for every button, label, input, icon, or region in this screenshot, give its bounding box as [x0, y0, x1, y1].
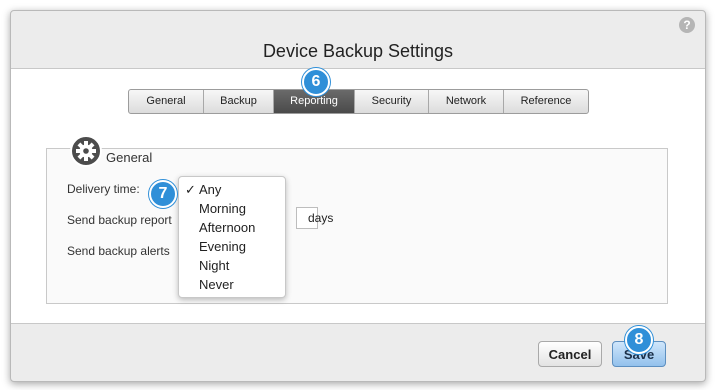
settings-dialog: ? Device Backup Settings General Backup … [10, 10, 706, 382]
delivery-time-label: Delivery time: [67, 182, 140, 196]
group-title: General [103, 150, 156, 165]
option-night[interactable]: Night [199, 258, 229, 273]
cancel-button[interactable]: Cancel [538, 341, 602, 367]
callout-badge-6: 6 [302, 68, 330, 96]
option-afternoon[interactable]: Afternoon [199, 220, 255, 235]
option-never[interactable]: Never [199, 277, 234, 292]
option-any[interactable]: Any [199, 182, 221, 197]
backup-report-label: Send backup report [67, 213, 172, 227]
dialog-title: Device Backup Settings [262, 41, 454, 61]
callout-badge-8: 8 [625, 326, 653, 354]
checkmark-icon: ✓ [185, 182, 196, 197]
delivery-time-dropdown[interactable]: ✓ Any Morning Afternoon Evening Night Ne… [178, 176, 286, 298]
help-icon[interactable]: ? [679, 17, 695, 33]
footer-divider [11, 323, 705, 324]
report-days-unit: days [308, 211, 334, 225]
callout-badge-7: 7 [149, 180, 177, 208]
option-evening[interactable]: Evening [199, 239, 246, 254]
tab-backup[interactable]: Backup [204, 90, 274, 113]
tab-reference[interactable]: Reference [504, 90, 588, 113]
tab-security[interactable]: Security [355, 90, 429, 113]
option-morning[interactable]: Morning [199, 201, 246, 216]
backup-alerts-label: Send backup alerts [67, 244, 170, 258]
tab-general[interactable]: General [129, 90, 204, 113]
tab-network[interactable]: Network [429, 90, 504, 113]
tab-bar: General Backup Reporting Security Networ… [128, 89, 589, 114]
gear-icon [70, 135, 102, 167]
